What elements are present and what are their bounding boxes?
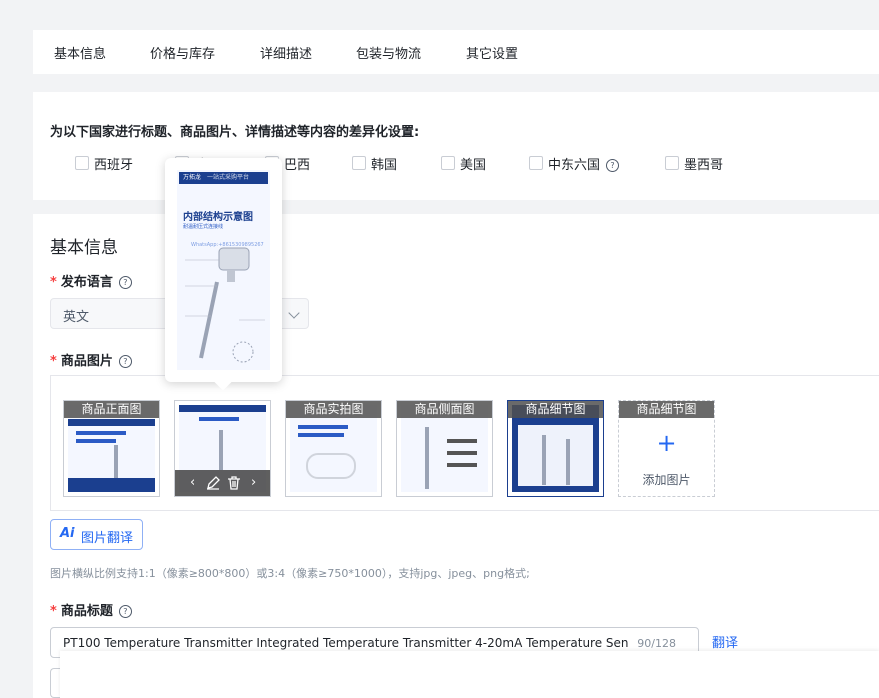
product-image-structure[interactable]: ‹ › xyxy=(174,400,271,497)
chevron-right-icon[interactable]: › xyxy=(251,475,256,490)
preview-image: 万拓龙 一站式采购平台 内部结构示意图 耐温耐压式连接线 WhatsApp:+8… xyxy=(177,170,270,370)
country-checkbox-usa[interactable] xyxy=(441,156,455,170)
tab-description[interactable]: 详细描述 xyxy=(260,43,312,62)
image-caption: 商品正面图 xyxy=(64,401,159,418)
middle-east-text: 中东六国 xyxy=(548,158,601,173)
chevron-down-icon xyxy=(288,307,300,319)
images-label: * 商品图片? xyxy=(50,350,132,369)
title-input-value: PT100 Temperature Transmitter Integrated… xyxy=(63,636,629,650)
preview-subheading: 耐温耐压式连接线 xyxy=(183,224,224,230)
country-label-korea: 韩国 xyxy=(371,158,398,173)
country-checkbox-korea[interactable] xyxy=(352,156,366,170)
country-label-brazil: 巴西 xyxy=(284,158,311,173)
tab-basic-info[interactable]: 基本信息 xyxy=(54,43,106,62)
product-image xyxy=(68,405,155,492)
help-icon[interactable]: ? xyxy=(118,605,132,618)
language-select-value: 英文 xyxy=(63,310,90,325)
add-image-label: 添加图片 xyxy=(642,473,691,487)
tab-other-settings[interactable]: 其它设置 xyxy=(466,43,518,62)
language-label: * 发布语言? xyxy=(50,271,132,290)
image-hint: 图片横纵比例支持1:1（像素≥800*800）或3:4（像素≥750*1000）… xyxy=(50,567,530,580)
product-image-side[interactable]: 商品侧面图 xyxy=(396,400,493,497)
product-image-real[interactable]: 商品实拍图 xyxy=(285,400,382,497)
image-caption: 商品侧面图 xyxy=(397,401,492,418)
floating-panel xyxy=(60,651,879,698)
title-translate-link[interactable]: 翻译 xyxy=(712,632,738,651)
country-label-mexico: 墨西哥 xyxy=(684,158,724,173)
image-caption: 商品细节图 xyxy=(508,401,603,418)
title-label-text: 商品标题 xyxy=(60,604,113,619)
chevron-left-icon[interactable]: ‹ xyxy=(190,475,195,490)
ai-icon: Ai xyxy=(60,526,75,541)
country-label-spain: 西班牙 xyxy=(94,158,134,173)
add-image-button[interactable]: 商品细节图 + 添加图片 xyxy=(618,400,715,497)
image-translate-label: 图片翻译 xyxy=(81,531,134,546)
country-label-middle-east: 中东六国? xyxy=(548,154,620,173)
country-checkbox-middle-east[interactable] xyxy=(529,156,543,170)
product-image xyxy=(512,405,599,492)
preview-heading: 内部结构示意图 xyxy=(183,212,253,223)
country-checkbox-spain[interactable] xyxy=(75,156,89,170)
help-icon[interactable]: ? xyxy=(118,276,132,289)
image-caption: 商品实拍图 xyxy=(286,401,381,418)
image-translate-button[interactable]: Ai 图片翻译 xyxy=(50,519,143,550)
country-label-usa: 美国 xyxy=(460,158,487,173)
help-icon[interactable]: ? xyxy=(606,159,620,172)
country-settings-panel xyxy=(33,92,879,200)
image-preview-popover: 万拓龙 一站式采购平台 内部结构示意图 耐温耐压式连接线 WhatsApp:+8… xyxy=(165,158,282,391)
tab-price-stock[interactable]: 价格与库存 xyxy=(150,43,215,62)
image-caption: 商品细节图 xyxy=(619,401,714,418)
section-title: 基本信息 xyxy=(50,238,118,258)
language-label-text: 发布语言 xyxy=(60,275,113,290)
country-checkbox-mexico[interactable] xyxy=(665,156,679,170)
preview-diagram xyxy=(185,247,265,363)
help-icon[interactable]: ? xyxy=(118,355,132,368)
title-char-count: 90/128 xyxy=(637,637,676,650)
preview-header-bar: 万拓龙 一站式采购平台 xyxy=(179,172,268,184)
product-image-front[interactable]: 商品正面图 xyxy=(63,400,160,497)
tab-packaging[interactable]: 包装与物流 xyxy=(356,43,421,62)
plus-icon: + xyxy=(656,429,677,457)
image-toolbar: ‹ › xyxy=(175,470,270,496)
product-image xyxy=(401,405,488,492)
images-label-text: 商品图片 xyxy=(60,354,113,369)
preview-tagline: 一站式采购平台 xyxy=(206,174,249,181)
product-image xyxy=(290,405,377,492)
product-image-detail[interactable]: 商品细节图 xyxy=(507,400,604,497)
edit-icon[interactable] xyxy=(206,476,220,490)
country-settings-title: 为以下国家进行标题、商品图片、详情描述等内容的差异化设置: xyxy=(50,125,420,140)
delete-icon[interactable] xyxy=(227,476,241,490)
preview-brand: 万拓龙 xyxy=(183,174,202,181)
title-label: * 商品标题? xyxy=(50,600,132,619)
